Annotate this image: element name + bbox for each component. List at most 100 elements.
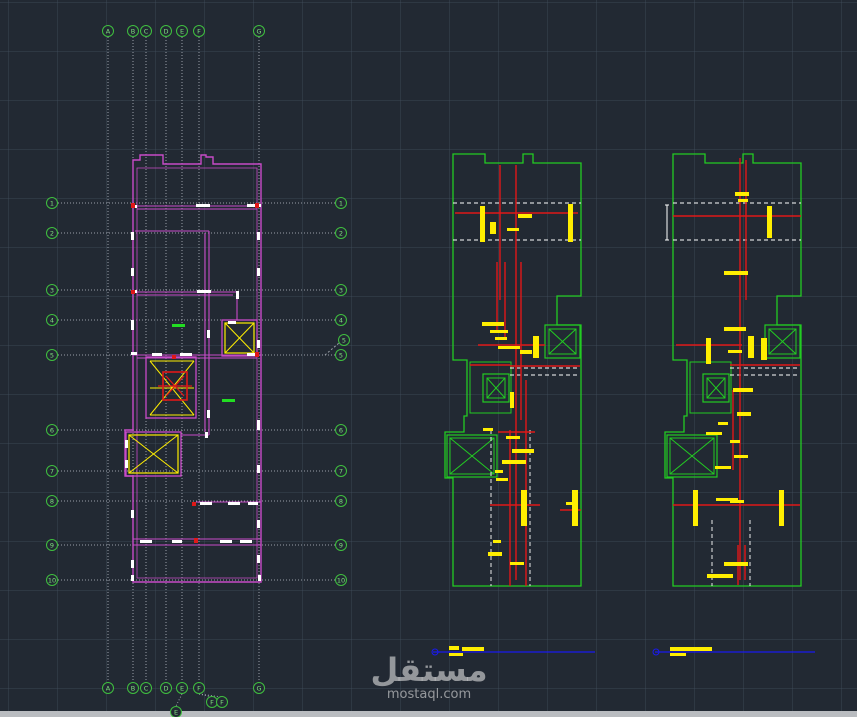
cad-model-space[interactable]: A B C D E F G A B C D E F G E F F 1 2 3 4 5 6 7 8 9 10 1 2 3 4 5 6 7 8 9 10 5… [0,0,857,717]
grid-bubble-label: 10 [48,576,56,584]
beam-dash [257,232,260,240]
beam-dash [131,510,134,518]
slab-outline [444,153,582,587]
grid-bubble-label: 5 [342,336,346,344]
grid-bubble-label: F [210,698,214,706]
grid-bubble-label: 8 [50,497,54,505]
beam-dash [257,465,260,473]
grid-bubble-label: C [144,684,149,692]
rebar-tag [490,330,508,333]
elevator-shaft [764,324,801,359]
column-marker [255,352,259,357]
column-marker [194,538,198,543]
beam-dash [257,555,260,563]
beam-dash [131,268,134,276]
beam-dash [172,540,182,543]
beam-dash [248,502,258,505]
grid-bubble-row-left: 7 [46,465,58,477]
grid-bubble-label: 3 [339,286,343,294]
rebar-tag [520,350,532,354]
rebar-tag [733,388,753,392]
grid-bubble-label: 8 [339,497,343,505]
grid-bubble-label: B [131,684,135,692]
grid-bubble-row-left: 10 [46,574,58,586]
elevator-shaft [544,324,581,359]
rebar-tag [496,478,508,481]
horizontal-scrollbar[interactable] [0,711,857,717]
beam-dash [196,204,210,207]
rebar-tag [706,338,711,364]
rebar-tag [483,428,493,431]
shaft [446,434,498,478]
grid-bubble-label: E [180,27,184,35]
grid-bubble-column-top: A [102,25,114,37]
beam-dash [257,340,260,348]
rebar-tag [533,336,539,358]
grid-bubble-label: F [197,27,201,35]
grid-bubble-row-left: 2 [46,227,58,239]
grid-bubble-label: 4 [339,316,343,324]
opening-mark [222,399,235,402]
column-marker [172,355,176,359]
grid-bubble-label: E [174,708,178,716]
grid-bubble-row-left: 3 [46,284,58,296]
grid-bubble-column-top: C [140,25,152,37]
grid-bubble-row-right: 2 [335,227,347,239]
grid-bubble-column-bottom: E [176,682,188,694]
grid-bubble-column-extra: F [206,696,218,708]
rebar-tag [724,327,746,331]
beam-dash [207,330,210,338]
rebar-tag [730,440,740,443]
grid-bubble-label: F [220,698,224,706]
rebar-tag [724,271,748,275]
rebar-tag [737,412,751,416]
grid-bubble-label: D [163,684,168,692]
section-tag [670,647,712,651]
column-marker [255,203,259,208]
rebar-tag [761,338,767,360]
rebar-tag [568,204,573,242]
beam-dash [220,540,232,543]
grid-bubble-row-left: 8 [46,495,58,507]
architectural-plan [124,154,262,583]
grid-bubble-row-left: 5 [46,349,58,361]
beam-dash [205,432,208,438]
rebar-tag [493,540,501,543]
rebar-tag [512,449,534,453]
plan-inner-wall-line [136,167,258,579]
grid-bubble-label: A [106,684,111,692]
grid-bubble-column-extra: F [216,696,228,708]
section-tag [449,646,459,650]
grid-bubble-label: 7 [50,467,54,475]
beam-dash [131,232,134,240]
grid-bubble-row-right: 8 [335,495,347,507]
grid-bubble-row-right: 10 [335,574,347,586]
rebar-tag [706,432,722,435]
grid-bubble-row-right: 1 [335,197,347,209]
column-marker [131,290,135,294]
rebar-tag [495,470,503,473]
rebar-tag [734,455,748,458]
grid-bubble-row-right: 4 [335,314,347,326]
grid-bubble-label: F [197,684,201,692]
grid-bubble-label: D [163,27,168,35]
drawing-canvas[interactable]: A B C D E F GA B C D E F GEF F12345678910123456789105… [0,0,857,717]
grid-bubble-label: C [144,27,149,35]
beam-dash [131,575,134,581]
rebar-tag [521,490,527,526]
slab-reinforcement-plan-1 [444,153,582,587]
beam-dash [228,321,236,324]
rebar-tag [728,350,742,353]
grid-bubble-row-right: 9 [335,539,347,551]
rebar-tag [767,206,772,238]
beam-dash [131,320,134,330]
rebar-tag [506,436,520,439]
grid-bubble-column-bottom: B [127,682,139,694]
grid-bubble-column-bottom: C [140,682,152,694]
grid-bubble-row-right: 5 [335,349,347,361]
rebar-tag [488,552,502,556]
rebar-tag [707,574,733,578]
column-marker [192,502,196,506]
beam-dash [131,560,134,568]
rebar-tag [510,392,514,408]
